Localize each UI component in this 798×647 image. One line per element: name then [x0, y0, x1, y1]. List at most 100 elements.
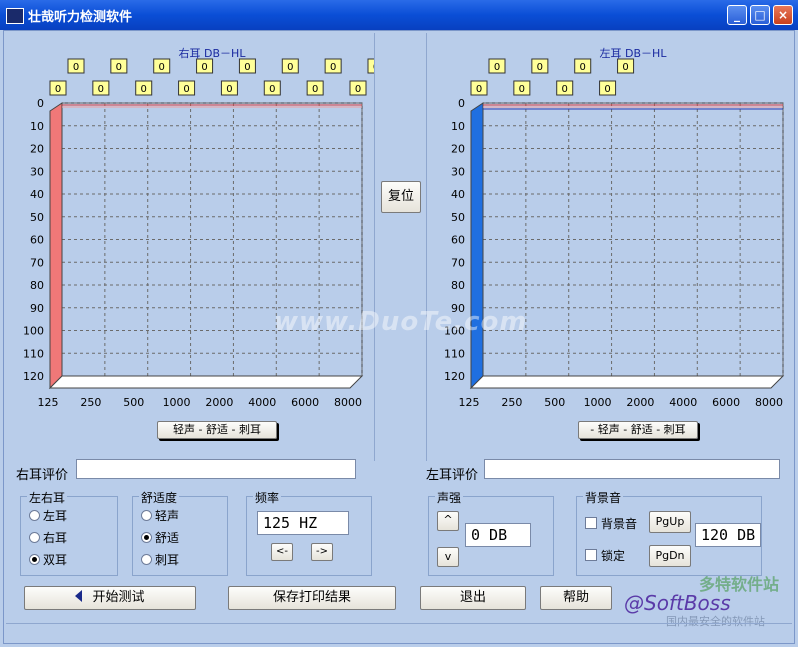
window-title: 壮哉听力检测软件	[28, 10, 133, 25]
right-data-label: 0	[220, 80, 238, 96]
minimize-button[interactable]: _	[727, 5, 747, 25]
radio-harsh[interactable]: 刺耳	[141, 551, 179, 568]
right-data-label: 0	[238, 58, 256, 74]
left-ytick-label: 60	[451, 234, 465, 247]
right-eval-label: 右耳评价	[16, 468, 69, 483]
frequency-group: 频率 125 HZ <- ->	[246, 489, 372, 576]
lock-checkbox-box[interactable]	[585, 549, 597, 561]
right-xtick-label: 6000	[291, 396, 319, 409]
radio-harsh-dot[interactable]	[141, 554, 152, 565]
right-ytick-label: 20	[30, 143, 44, 156]
frequency-prev-button[interactable]: <-	[271, 543, 293, 561]
left-chart-title: 左耳 DB－HL	[600, 47, 668, 60]
volume-down-button[interactable]: v	[437, 547, 459, 567]
close-button[interactable]: ×	[773, 5, 793, 25]
help-button[interactable]: 帮助	[540, 586, 612, 610]
left-floor	[469, 375, 785, 389]
right-data-label: 0	[196, 58, 214, 74]
right-data-label: 0	[349, 80, 367, 96]
radio-right-ear[interactable]: 右耳	[29, 529, 67, 546]
volume-group: 声强 ^ 0 DB v	[428, 489, 554, 576]
left-ytick-label: 110	[444, 347, 465, 360]
comfort-group-title: 舒适度	[139, 489, 180, 506]
lock-checkbox[interactable]: 锁定	[585, 547, 625, 564]
right-data-label: 0	[110, 58, 128, 74]
maximize-button[interactable]: □	[750, 5, 770, 25]
right-eval-field[interactable]	[76, 459, 356, 479]
reset-button[interactable]: 复位	[381, 181, 421, 213]
radio-comfortable[interactable]: 舒适	[141, 529, 179, 546]
left-data-label: 0	[574, 58, 592, 74]
right-data-label-text: 0	[55, 84, 61, 95]
right-xtick-label: 1000	[163, 396, 191, 409]
right-ytick-label: 80	[30, 279, 44, 292]
radio-right-ear-dot[interactable]	[29, 532, 40, 543]
exit-button[interactable]: 退出	[420, 586, 526, 610]
background-checkbox-box[interactable]	[585, 517, 597, 529]
left-data-label: 0	[599, 80, 617, 96]
frequency-next-button[interactable]: ->	[311, 543, 333, 561]
right-data-label: 0	[67, 58, 85, 74]
right-data-label-text: 0	[244, 62, 250, 73]
pgup-button[interactable]: PgUp	[649, 511, 691, 533]
save-print-button[interactable]: 保存打印结果	[228, 586, 396, 610]
right-data-label-text: 0	[373, 62, 374, 73]
right-data-label-text: 0	[141, 84, 147, 95]
radio-both-ears-dot[interactable]	[29, 554, 40, 565]
left-data-label-text: 0	[562, 84, 568, 95]
right-data-label: 0	[178, 80, 196, 96]
background-level-field[interactable]: 120 DB	[695, 523, 761, 547]
right-ytick-label: 60	[30, 234, 44, 247]
comfort-group: 舒适度 轻声 舒适 刺耳	[132, 489, 228, 576]
ear-group-title: 左右耳	[27, 489, 68, 506]
right-ytick-label: 30	[30, 165, 44, 178]
background-checkbox[interactable]: 背景音	[585, 515, 637, 532]
app-icon	[6, 8, 24, 24]
left-xtick-label: 4000	[669, 396, 697, 409]
left-ytick-label: 30	[451, 165, 465, 178]
left-ear-chart: 0102030405060708090100110120125 250 500 100…	[444, 47, 785, 409]
right-data-label: 0	[306, 80, 324, 96]
radio-left-ear[interactable]: 左耳	[29, 507, 67, 524]
left-data-label-text: 0	[494, 62, 500, 73]
radio-left-ear-dot[interactable]	[29, 510, 40, 521]
watermark-center: www.DuoTe.com	[274, 307, 528, 337]
right-ear-panel: 0 10 20 30 40 50 60 70 80 90 100 110 120 125 250 500 100…	[6, 33, 385, 461]
right-data-label-text: 0	[269, 84, 275, 95]
left-eval-field[interactable]	[484, 459, 780, 479]
right-legend: 轻声 - 舒适 - 刺耳	[157, 421, 277, 439]
left-data-label-text: 0	[622, 62, 628, 73]
volume-field[interactable]: 0 DB	[465, 523, 531, 547]
left-data-label: 0	[470, 80, 488, 96]
right-ytick-label: 0	[37, 97, 44, 110]
right-data-label-text: 0	[183, 84, 189, 95]
right-data-label: 0	[367, 58, 385, 74]
volume-up-button[interactable]: ^	[437, 511, 459, 531]
radio-comfortable-dot[interactable]	[141, 532, 152, 543]
right-data-label: 0	[281, 58, 299, 74]
left-ytick-label: 40	[451, 188, 465, 201]
radio-both-ears[interactable]: 双耳	[29, 551, 67, 568]
left-eval-label: 左耳评价	[426, 468, 479, 483]
volume-group-title: 声强	[435, 489, 464, 506]
right-ytick-label: 10	[30, 120, 44, 133]
right-data-label: 0	[49, 80, 67, 96]
right-data-label-text: 0	[355, 84, 361, 95]
start-test-button[interactable]: 开始测试	[24, 586, 196, 610]
radio-soft[interactable]: 轻声	[141, 507, 179, 524]
right-xtick-label: 125	[38, 396, 59, 409]
radio-soft-dot[interactable]	[141, 510, 152, 521]
left-data-label-text: 0	[580, 62, 586, 73]
left-data-label: 0	[556, 80, 574, 96]
left-data-label: 0	[531, 58, 549, 74]
right-data-label: 0	[153, 58, 171, 74]
right-xtick-label: 2000	[205, 396, 233, 409]
right-ytick-label: 110	[23, 347, 44, 360]
left-data-label: 0	[488, 58, 506, 74]
ear-group: 左右耳 左耳 右耳 双耳	[20, 489, 118, 576]
right-data-label-text: 0	[312, 84, 318, 95]
right-data-label: 0	[135, 80, 153, 96]
frequency-field[interactable]: 125 HZ	[257, 511, 349, 535]
right-ytick-label: 100	[23, 325, 44, 338]
pgdn-button[interactable]: PgDn	[649, 545, 691, 567]
